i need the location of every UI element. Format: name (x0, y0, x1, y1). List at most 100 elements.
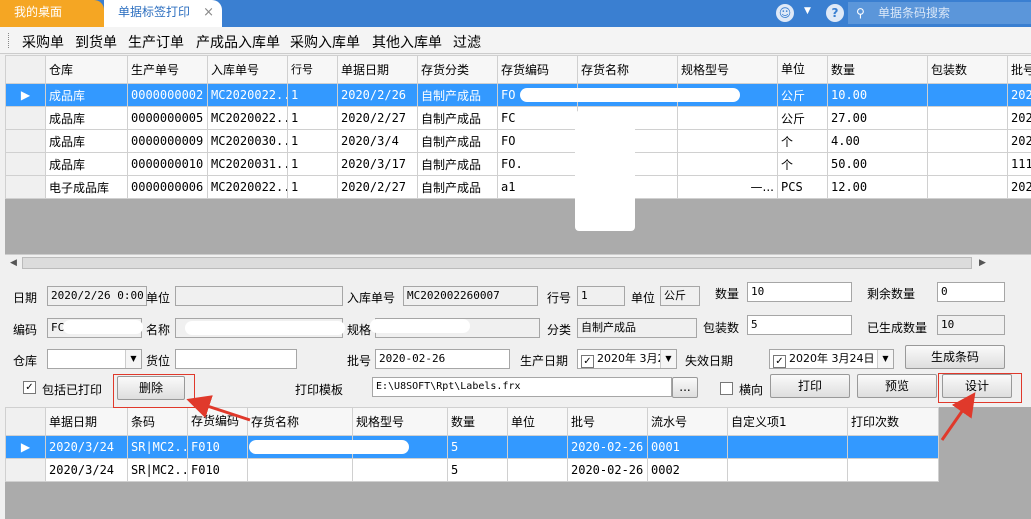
scrollbar-thumb[interactable] (22, 257, 972, 269)
cell: 2020/2/27 (337, 175, 418, 199)
col-inventory-name[interactable]: 存货名称 (247, 407, 353, 436)
col-custom-field-1[interactable]: 自定义项1 (727, 407, 848, 436)
remaining-qty-field[interactable]: 0 (937, 282, 1005, 302)
search-input[interactable]: ⚲ 单据条码搜索 (848, 2, 1031, 24)
unit-field[interactable] (175, 286, 343, 306)
cell: 1 (287, 129, 338, 153)
col-line-no[interactable]: 行号 (287, 55, 338, 84)
document-grid[interactable]: 仓库 生产单号 入库单号 行号 单据日期 存货分类 存货编码 存货名称 规格型号… (5, 55, 1031, 271)
date-field[interactable]: 2020/2/26 0:00:0 (47, 286, 147, 306)
preview-button[interactable]: 预览 (857, 374, 937, 398)
annotation-box-design (938, 373, 1022, 403)
col-unit[interactable]: 单位 (507, 407, 568, 436)
generated-qty-field[interactable]: 10 (937, 315, 1005, 335)
col-barcode[interactable]: 条码 (127, 407, 188, 436)
smile-icon[interactable]: ☺ (776, 4, 794, 22)
inbound-no-field[interactable]: MC202002260007 (403, 286, 538, 306)
table-row[interactable]: 成品库 0000000005 MC2020022... 1 2020/2/27 … (5, 106, 1031, 130)
col-inventory-name[interactable]: 存货名称 (577, 55, 678, 84)
cell (927, 83, 1008, 107)
col-production-no[interactable]: 生产单号 (127, 55, 208, 84)
category-field[interactable]: 自制产成品 (577, 318, 697, 338)
col-quantity[interactable]: 数量 (827, 55, 928, 84)
menu-arrival-note[interactable]: 到货单 (75, 32, 117, 52)
cell: 成品库 (45, 83, 128, 107)
batch-no-field[interactable]: 2020-02-26 (375, 349, 510, 369)
cell (352, 458, 448, 482)
cell (507, 435, 568, 459)
include-printed-checkbox[interactable]: ✓ (23, 381, 36, 394)
col-warehouse[interactable]: 仓库 (45, 55, 128, 84)
tab-label-print[interactable]: 单据标签打印 × (104, 0, 222, 27)
print-template-field[interactable]: E:\U8SOFT\Rpt\Labels.frx (372, 377, 672, 397)
pack-count-field[interactable]: 5 (747, 315, 852, 335)
expire-date-checkbox[interactable]: ✓ (773, 355, 786, 368)
chevron-down-icon[interactable]: ▼ (660, 350, 676, 368)
col-inventory-code[interactable]: 存货编码 (497, 55, 578, 84)
landscape-checkbox[interactable] (720, 382, 733, 395)
menu-finished-goods-inbound[interactable]: 产成品入库单 (196, 32, 280, 52)
redaction-mark (370, 319, 470, 333)
production-date-picker[interactable]: ✓ 2020年 3月24日 ▼ (577, 349, 677, 369)
quantity-label: 数量 (715, 287, 740, 301)
table-row[interactable]: 电子成品库 0000000006 MC2020022... 1 2020/2/2… (5, 175, 1031, 199)
cell: 5 (447, 435, 508, 459)
menu-purchase-inbound[interactable]: 采购入库单 (290, 32, 360, 52)
unit2-field[interactable]: 公斤 (660, 286, 700, 306)
col-spec[interactable]: 规格型号 (352, 407, 448, 436)
scroll-right-icon[interactable]: ▶ (974, 255, 991, 271)
table-row[interactable]: 成品库 0000000010 MC2020031... 1 2020/3/17 … (5, 152, 1031, 176)
cell: 0000000009 (127, 129, 208, 153)
col-inbound-no[interactable]: 入库单号 (207, 55, 288, 84)
col-unit[interactable]: 单位 (777, 55, 828, 84)
expire-date-picker[interactable]: ✓ 2020年 3月24日 ▼ (769, 349, 894, 369)
menu-purchase-order[interactable]: 采购单 (22, 32, 64, 52)
cell: 电子成品库 (45, 175, 128, 199)
spec-label: 规格 (347, 323, 372, 337)
col-doc-date[interactable]: 单据日期 (337, 55, 418, 84)
quantity-field[interactable]: 10 (747, 282, 852, 302)
col-spec[interactable]: 规格型号 (677, 55, 778, 84)
line-no-field[interactable]: 1 (577, 286, 625, 306)
cell (847, 458, 939, 482)
chevron-down-icon[interactable]: ▼ (877, 350, 893, 368)
menu-filter[interactable]: 过滤 (453, 32, 481, 52)
cell: 1 (287, 152, 338, 176)
row-header (5, 175, 46, 199)
col-batch-no[interactable]: 批号 (567, 407, 648, 436)
cell: 0002 (647, 458, 728, 482)
triangle-down-icon[interactable]: ▼ (804, 6, 811, 16)
cell: MC2020022... (207, 175, 288, 199)
print-button[interactable]: 打印 (770, 374, 850, 398)
horizontal-scrollbar[interactable]: ◀ ▶ (5, 254, 1031, 271)
col-batch-no[interactable]: 批号 (1007, 55, 1031, 84)
menu-production-order[interactable]: 生产订单 (128, 32, 184, 52)
col-doc-date[interactable]: 单据日期 (45, 407, 128, 436)
chevron-down-icon[interactable]: ▼ (125, 350, 141, 368)
col-inventory-code[interactable]: 存货编码 (187, 407, 248, 436)
location-field[interactable] (175, 349, 297, 369)
browse-template-button[interactable]: ... (672, 377, 698, 398)
close-tab-icon[interactable]: × (203, 0, 214, 25)
table-row[interactable]: ▶ 成品库 0000000002 MC2020022... 1 2020/2/2… (5, 83, 1031, 107)
row-header (5, 106, 46, 130)
cell: PCS (777, 175, 828, 199)
scroll-left-icon[interactable]: ◀ (5, 255, 22, 271)
menu-other-inbound[interactable]: 其他入库单 (372, 32, 442, 52)
help-icon[interactable]: ? (826, 4, 844, 22)
batch-no-label: 批号 (347, 354, 372, 368)
generate-barcode-button[interactable]: 生成条码 (905, 345, 1005, 369)
label-grid[interactable]: 单据日期 条码 存货编码 存货名称 规格型号 数量 单位 批号 流水号 自定义项… (5, 407, 1031, 519)
cell: SR|MC2... (127, 458, 188, 482)
production-date-checkbox[interactable]: ✓ (581, 355, 594, 368)
warehouse-select[interactable]: ▼ (47, 349, 142, 369)
col-inventory-category[interactable]: 存货分类 (417, 55, 498, 84)
table-row[interactable]: 成品库 0000000009 MC2020030... 1 2020/3/4 自… (5, 129, 1031, 153)
table-row[interactable]: ▶ 2020/3/24 SR|MC2... F010 5 2020-02-26 … (5, 435, 939, 459)
col-quantity[interactable]: 数量 (447, 407, 508, 436)
col-pack-count[interactable]: 包装数 (927, 55, 1008, 84)
table-row[interactable]: 2020/3/24 SR|MC2... F010 5 2020-02-26 00… (5, 458, 939, 482)
col-print-count[interactable]: 打印次数 (847, 407, 939, 436)
tab-desktop[interactable]: 我的桌面 (0, 0, 104, 27)
col-serial-no[interactable]: 流水号 (647, 407, 728, 436)
